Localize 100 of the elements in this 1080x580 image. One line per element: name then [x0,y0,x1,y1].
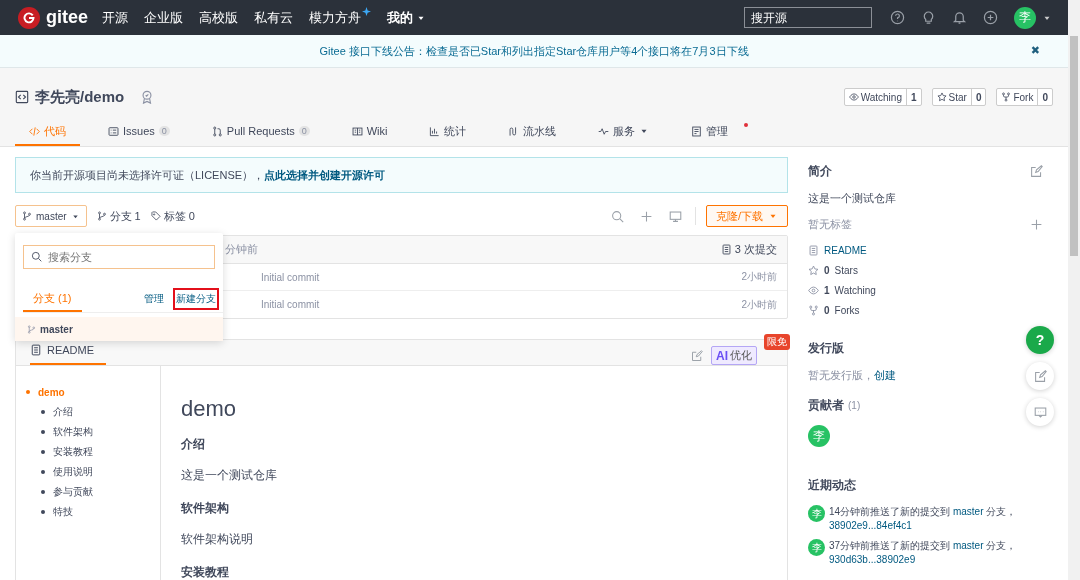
toc-item[interactable]: 使用说明 [26,462,160,482]
section-heading: 近期动态 [808,477,856,494]
commit-time: 2小时前 [741,270,777,284]
document-icon [691,125,703,137]
repo-tab[interactable]: 流水线 [494,118,571,146]
pulse-icon [598,125,610,137]
bell-icon[interactable] [952,10,967,25]
edit-icon[interactable] [691,349,703,362]
dropdown-link[interactable]: 新建分支 [173,288,219,310]
monitor-icon[interactable] [668,209,682,223]
nav-link[interactable]: 高校版 [199,6,238,29]
repo-tab[interactable]: 服务 [584,118,664,146]
scroll-thumb[interactable] [1070,36,1078,256]
logo-text[interactable]: gitee [46,7,88,28]
fork-icon [1001,92,1012,102]
plus-icon[interactable] [1030,218,1043,231]
document-icon [720,244,732,255]
comment-button[interactable] [1026,398,1054,426]
close-button[interactable]: ✖ [1030,44,1040,57]
search-field[interactable]: 搜开源 [744,7,872,28]
logo-icon[interactable] [18,6,40,29]
dropdown-link[interactable]: 管理 [141,288,167,310]
section-heading: 安装教程 [181,564,230,580]
count-badge: 0 [298,126,310,136]
branch-item[interactable]: master [15,317,223,341]
star-icon [936,92,947,102]
section-heading: 发行版 [808,340,844,357]
stat-link[interactable]: 0 Stars [808,260,1043,280]
toc-item[interactable]: 软件架构 [26,422,160,442]
repo-action-button[interactable]: Star 0 [931,88,987,106]
scrollbar[interactable] [1068,0,1080,580]
comment-icon [1033,405,1047,419]
repo-tab[interactable]: Pull Requests 0 [197,118,324,146]
toc-item[interactable]: 参与贡献 [26,482,160,502]
code-icon [29,125,40,137]
eye-icon [808,284,819,296]
branch-icon [96,211,107,221]
star-icon [808,264,819,276]
commit-range-link[interactable]: 930d63b...38902e9 [829,554,916,565]
create-link[interactable]: 创建 [874,369,896,381]
nav-link[interactable]: 开源 [102,6,128,29]
fork-icon [808,304,819,316]
stat-link[interactable]: 0 Forks [808,300,1043,320]
toc-item[interactable]: 特技 [26,502,160,522]
repo-title[interactable]: 李先亮/demo [35,87,125,107]
book-icon [351,125,363,137]
bar-chart-icon [429,125,441,137]
repo-tab[interactable]: 管理 [677,118,743,146]
no-tags-text: 暂无标签 [808,217,852,232]
toc-item[interactable]: 介绍 [26,402,160,422]
edit-icon[interactable] [1030,165,1043,178]
toc-item[interactable]: 安装教程 [26,442,160,462]
branch-link[interactable]: master [952,506,984,517]
section-heading: 介绍 [181,436,206,453]
commit-range-link[interactable]: 38902e9...84ef4c1 [829,520,912,531]
ai-optimize-button[interactable]: AI 优化 [711,346,757,365]
repo-action-button[interactable]: Watching 1 [843,88,922,106]
section-heading: 贡献者 [808,397,844,414]
count-badge: 0 [158,126,170,136]
section-text: 软件架构说明 [181,531,254,548]
branch-link[interactable]: master [952,540,984,551]
lightbulb-icon[interactable] [921,10,936,25]
edit-icon [1033,369,1047,383]
checklist-icon [108,125,119,137]
tag-icon [150,211,161,221]
announcement-text: Gitee 接口下线公告：检查是否已Star和列出指定Star仓库用户等4个接口将在7月3日下线 [319,43,749,59]
badge-icon [140,90,155,104]
repo-description: 这是一个测试仓库 [808,191,897,206]
eye-icon [848,92,859,102]
contributor-count: (1) [848,400,861,411]
code-icon [15,90,29,104]
branches-link[interactable]: 分支 1 [96,208,141,224]
pull-request-icon [211,125,223,137]
help-icon[interactable] [890,10,905,25]
nav-link[interactable]: 企业版 [144,6,183,29]
sparkle-icon [362,6,371,16]
tags-link[interactable]: 标签 0 [150,208,195,224]
repo-tab[interactable]: 统计 [415,118,481,146]
add-icon[interactable] [983,10,998,25]
search-icon[interactable] [610,209,624,223]
stat-link[interactable]: 1 Watching [808,280,1043,300]
nav-link[interactable]: 私有云 [254,6,293,29]
branch-selector[interactable]: master [15,205,87,227]
feedback-button[interactable] [1026,362,1054,390]
section-heading: 软件架构 [181,500,230,517]
nav-link[interactable]: 我的 [387,6,426,29]
document-icon [808,244,819,256]
branch-search-field[interactable]: 搜索分支 [23,245,215,269]
plus-icon[interactable] [639,209,653,223]
free-badge: 限免 [764,334,790,350]
repo-action-button[interactable]: Fork 0 [996,88,1053,106]
license-link[interactable]: 点此选择并创建开源许可 [264,167,386,183]
section-text: 这是一个测试仓库 [181,467,277,484]
commits-link[interactable]: 3 次提交 [720,242,777,257]
readme-link[interactable]: README [808,240,1043,260]
repo-tab[interactable]: Wiki [337,118,402,146]
repo-tab[interactable]: Issues 0 [94,118,184,146]
search-icon [31,251,42,262]
nav-link[interactable]: 模力方舟 [309,6,371,29]
activity-text: 37分钟前推送了新的提交到 master 分支， 930d63b...38902e9 [829,539,1018,567]
